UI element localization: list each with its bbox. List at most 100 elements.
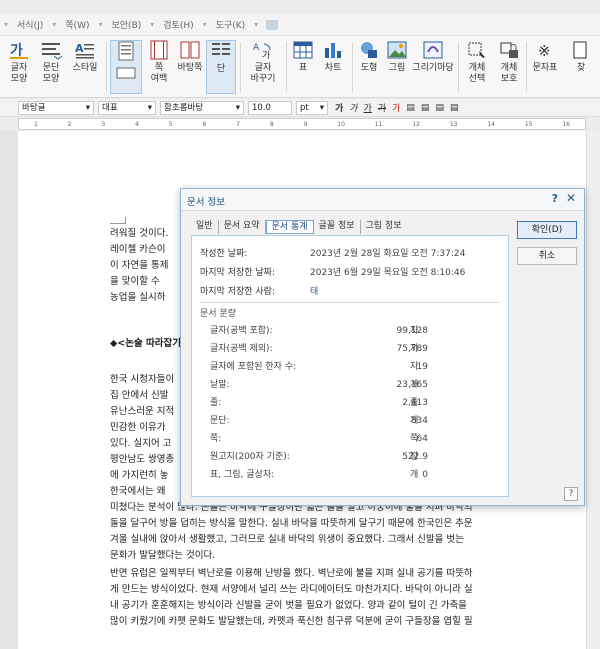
menu-tools[interactable]: 도구(K)	[207, 18, 255, 31]
menu-format[interactable]: 서식(J)	[8, 18, 52, 31]
picture-button[interactable]: 그림	[384, 40, 410, 94]
stat-row: 글자(공백 제외): 75,789 자	[210, 343, 500, 355]
last-saver-label: 마지막 저장한 사람:	[200, 287, 275, 297]
align-center-icon[interactable]: ▤	[421, 103, 430, 113]
bold-button[interactable]: 가	[335, 101, 343, 114]
stat-unit: 줄	[410, 398, 419, 408]
page-margin-button[interactable]: 쪽 여백	[144, 40, 174, 94]
symbol-button[interactable]: ※ 문자표	[528, 40, 562, 94]
ruler-tick: 6	[202, 120, 207, 128]
stat-unit: 장	[410, 452, 419, 462]
symbol-icon: ※	[534, 40, 556, 60]
align-justify-icon[interactable]: ▤	[450, 103, 459, 113]
doc-line: 겨울 실내에 앉아서 생활했고, 그러므로 실내 바닥의 위생이 중요했다. 그…	[110, 534, 464, 545]
doc-line: 평안남도 쌍영총	[110, 454, 175, 465]
align-right-icon[interactable]: ▤	[435, 103, 444, 113]
columns-button[interactable]: 단	[206, 40, 236, 94]
chart-button[interactable]: 차트	[318, 40, 348, 94]
close-icon[interactable]: ✕	[566, 191, 576, 205]
drawing-gallery-icon	[422, 40, 444, 60]
dialog-tabs: 일반 문서 요약 문서 통계 글꼴 정보 그림 정보	[191, 220, 407, 234]
chevron-down-icon: ▾	[319, 102, 324, 113]
menu-review[interactable]: 검토(H)	[154, 18, 202, 31]
char-shape-button[interactable]: 가 글자 모양	[4, 40, 34, 94]
font-select[interactable]: 함초롬바탕 ▾	[160, 100, 244, 115]
shape-icon	[358, 40, 380, 60]
menu-security[interactable]: 보안(B)	[103, 18, 151, 31]
stat-row: 낱말: 23,165 개	[210, 379, 500, 391]
master-page-button[interactable]: 바탕쪽	[174, 40, 206, 94]
cancel-button[interactable]: 취소	[517, 247, 577, 265]
created-date-value: 2023년 2월 28일 화요일 오전 7:37:24	[310, 249, 466, 259]
find-label: 찾	[576, 63, 586, 73]
question-icon[interactable]: ?	[564, 487, 578, 501]
tab-picture-info[interactable]: 그림 정보	[361, 220, 407, 234]
doc-line: 한국에서는 왜	[110, 486, 166, 497]
doc-line: 문화가 발달했다는 것이다.	[110, 550, 216, 561]
ribbon-separator	[106, 42, 107, 92]
addon-icon[interactable]	[266, 19, 279, 30]
italic-button[interactable]: 가	[349, 101, 357, 114]
style-button[interactable]: A 스타일	[68, 40, 102, 94]
ruler-tick: 15	[524, 120, 533, 128]
stat-row: 글자에 포함된 한자 수: 19 자	[210, 361, 500, 373]
style-label: 스타일	[72, 63, 98, 73]
page-margin-label2: 여백	[150, 74, 168, 84]
ruler[interactable]: 1 2 3 4 5 6 7 8 9 10 11 12 13 14 15 16	[18, 118, 586, 130]
style-select[interactable]: 바탕글 ▾	[18, 100, 94, 115]
ruler-tick: 10	[337, 120, 345, 128]
doc-line: 이 자연을 통제	[110, 260, 169, 271]
stat-row: 표, 그림, 글상자: 0 개	[210, 469, 500, 481]
menu-page[interactable]: 쪽(W)	[56, 18, 98, 31]
master-page-icon	[179, 40, 201, 60]
language-select[interactable]: 대표 ▾	[98, 100, 156, 115]
align-left-icon[interactable]: ▤	[406, 103, 415, 113]
ruler-tick: 16	[562, 120, 570, 128]
table-button[interactable]: 표	[290, 40, 316, 94]
replace-char-label: 글자	[254, 63, 272, 73]
dialog-titlebar[interactable]: 문서 정보 ? ✕	[181, 189, 584, 211]
table-label: 표	[298, 63, 308, 73]
page-corner-mark	[125, 217, 126, 224]
language-select-value: 대표	[102, 102, 118, 113]
drawing-gallery-button[interactable]: 그리기마당	[410, 40, 456, 94]
last-saver-row: 마지막 저장한 사람: 태	[200, 286, 500, 298]
ribbon-separator	[458, 42, 459, 92]
object-select-button[interactable]: 개체 선택	[462, 40, 492, 94]
font-size-input[interactable]: 10.0	[248, 100, 292, 115]
created-date-label: 작성한 날짜:	[200, 249, 248, 259]
font-select-value: 함초롬바탕	[164, 102, 204, 113]
underline-button[interactable]: 가	[364, 101, 372, 114]
unit-select-value: pt	[300, 102, 309, 113]
font-color-button[interactable]: 가	[392, 101, 400, 114]
tab-summary[interactable]: 문서 요약	[219, 220, 266, 234]
page-layout-button[interactable]	[110, 40, 142, 94]
unit-select[interactable]: pt ▾	[296, 100, 328, 115]
vertical-scrollbar[interactable]	[586, 131, 600, 649]
ruler-tick: 13	[449, 120, 458, 128]
page-layout-icon	[115, 41, 137, 61]
ok-button[interactable]: 확인(D)	[517, 221, 577, 239]
replace-char-button[interactable]: A가 글자 바꾸기	[244, 40, 282, 94]
object-protect-button[interactable]: 개체 보호	[494, 40, 524, 94]
ribbon-separator	[526, 42, 527, 92]
find-button[interactable]: 찾	[566, 40, 596, 94]
tab-statistics[interactable]: 문서 통계	[265, 220, 314, 234]
stat-label: 글자(공백 제외):	[210, 344, 273, 354]
master-page-label: 바탕쪽	[177, 63, 203, 73]
svg-text:A: A	[253, 43, 260, 53]
doc-line: 민감한 이유가	[110, 422, 166, 433]
chart-icon	[322, 40, 344, 60]
chevron-down-icon: ▾	[147, 102, 152, 113]
strike-button[interactable]: 가	[378, 101, 386, 114]
dialog-title: 문서 정보	[187, 197, 225, 208]
svg-text:가: 가	[10, 43, 23, 59]
object-select-label2: 선택	[468, 74, 486, 84]
help-icon[interactable]: ?	[552, 192, 558, 205]
ribbon-toolbar: 가 글자 모양 문단 모양 A 스타일 쪽 여백 바탕쪽 단 A 가 글자 바꾸…	[0, 36, 600, 98]
tab-general[interactable]: 일반	[191, 220, 219, 234]
menu-bar: ▾ 서식(J) ▾ 쪽(W) ▾ 보안(B) ▾ 검토(H) ▾ 도구(K) ▾	[0, 14, 600, 36]
tab-font-info[interactable]: 글꼴 정보	[314, 220, 361, 234]
shape-button[interactable]: 도형	[356, 40, 382, 94]
para-shape-button[interactable]: 문단 모양	[36, 40, 66, 94]
